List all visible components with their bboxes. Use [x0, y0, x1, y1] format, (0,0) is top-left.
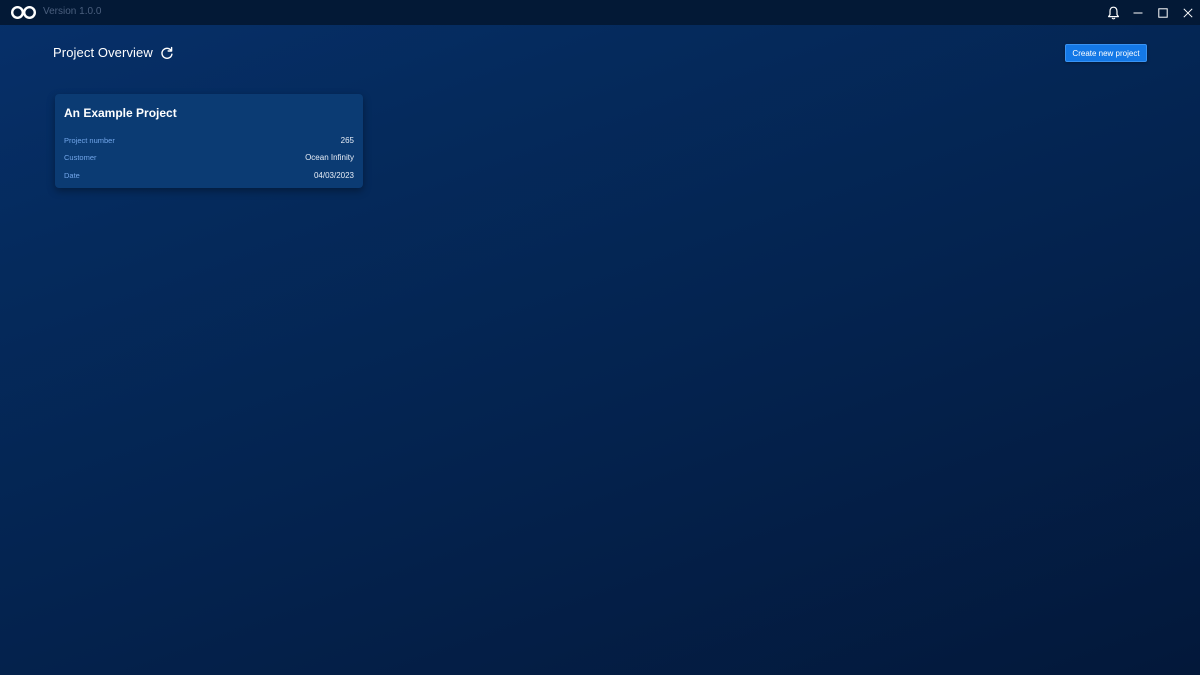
customer-value: Ocean Infinity	[305, 152, 354, 162]
project-number-label: Project number	[64, 135, 115, 145]
close-icon	[1183, 7, 1193, 18]
project-card-title: An Example Project	[64, 106, 177, 120]
project-card[interactable]: An Example Project Project number 265 Cu…	[55, 94, 363, 188]
maximize-button[interactable]	[1151, 0, 1175, 25]
date-label: Date	[64, 170, 80, 180]
minimize-button[interactable]	[1126, 0, 1150, 25]
customer-label: Customer	[64, 152, 97, 162]
page-header: Project Overview	[53, 45, 174, 60]
date-row: Date 04/03/2023	[64, 169, 354, 181]
close-button[interactable]	[1176, 0, 1200, 25]
page-title: Project Overview	[53, 45, 153, 60]
date-value: 04/03/2023	[313, 170, 354, 180]
version-label: Version 1.0.0	[43, 6, 102, 17]
bell-icon	[1107, 6, 1120, 20]
title-bar: Version 1.0.0	[0, 0, 1200, 25]
project-number-value: 265	[340, 135, 354, 145]
create-new-project-button[interactable]: Create new project	[1065, 44, 1147, 62]
notifications-button[interactable]	[1101, 0, 1125, 25]
customer-row: Customer Ocean Infinity	[64, 151, 354, 163]
minimize-icon	[1133, 8, 1143, 18]
maximize-icon	[1158, 7, 1168, 18]
refresh-icon[interactable]	[160, 46, 174, 60]
project-number-row: Project number 265	[64, 134, 354, 146]
infinity-logo-icon	[10, 5, 37, 20]
